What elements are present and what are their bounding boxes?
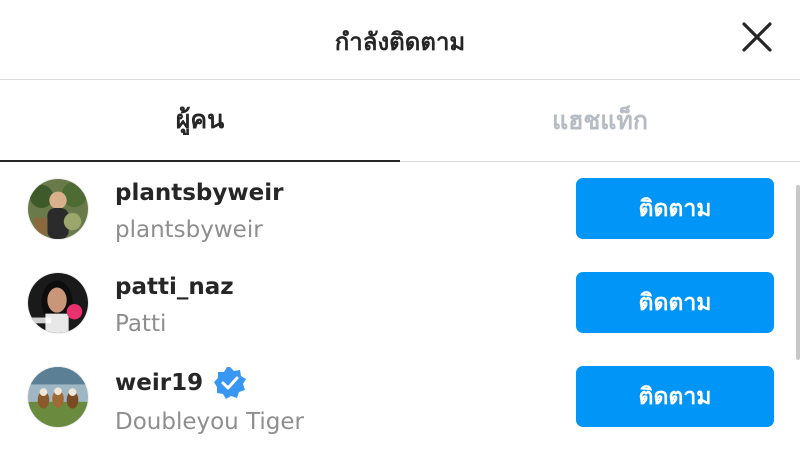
full-name: Doubleyou Tiger <box>115 409 305 435</box>
following-list: plantsbyweir plantsbyweir ติดตาม patti_n… <box>0 162 800 474</box>
list-item: patti_naz Patti ติดตาม <box>0 256 790 350</box>
scrollbar[interactable] <box>796 185 800 360</box>
username-text[interactable]: plantsbyweir <box>115 178 283 208</box>
username-text[interactable]: weir19 <box>115 368 203 398</box>
dialog-title: กำลังติดตาม <box>334 28 466 56</box>
username[interactable]: weir19 <box>115 366 304 400</box>
follow-button[interactable]: ติดตาม <box>576 366 774 427</box>
list-item: plantsbyweir plantsbyweir ติดตาม <box>0 162 790 256</box>
list-item: weir19 Doubleyou Tiger ติดตาม <box>0 350 790 444</box>
close-icon[interactable] <box>740 20 774 54</box>
follow-button[interactable]: ติดตาม <box>576 272 774 333</box>
verified-badge-icon <box>213 366 247 400</box>
avatar[interactable] <box>27 272 89 334</box>
follow-button[interactable]: ติดตาม <box>576 178 774 239</box>
username-text[interactable]: patti_naz <box>115 272 234 302</box>
full-name: plantsbyweir <box>115 217 263 243</box>
avatar[interactable] <box>27 366 89 428</box>
username[interactable]: plantsbyweir <box>115 178 283 208</box>
dialog-header: กำลังติดตาม <box>0 0 800 80</box>
tab-hashtags[interactable]: แฮชแท็ก <box>400 80 800 162</box>
full-name: Patti <box>115 311 167 337</box>
avatar[interactable] <box>27 178 89 240</box>
tab-bar: ผู้คน แฮชแท็ก <box>0 80 800 162</box>
tab-people[interactable]: ผู้คน <box>0 80 400 162</box>
username[interactable]: patti_naz <box>115 272 234 302</box>
